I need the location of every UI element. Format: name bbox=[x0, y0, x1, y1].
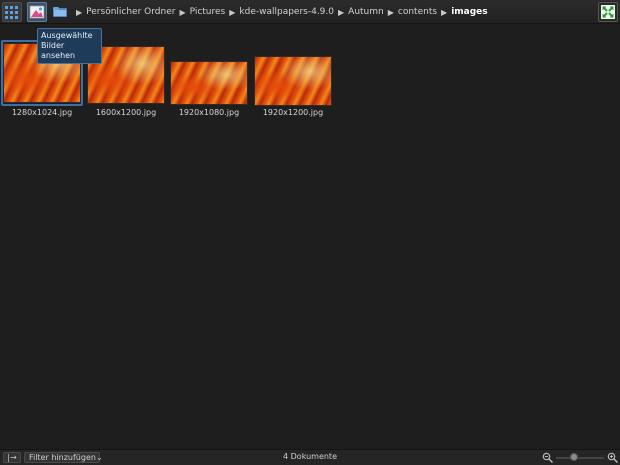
chevron-right-icon: ▶ bbox=[179, 7, 186, 17]
add-filter-button[interactable]: Filter hinzufügen⌄ bbox=[24, 452, 103, 463]
breadcrumb-item-contents[interactable]: contents bbox=[398, 7, 437, 17]
gwenview-browse-window: ▶ Persönlicher Ordner ▶ Pictures ▶ kde-w… bbox=[0, 0, 620, 465]
thumbnail-caption: 1920x1200.jpg bbox=[262, 108, 324, 117]
breadcrumb-item-kde-wallpapers[interactable]: kde-wallpapers-4.9.0 bbox=[239, 7, 334, 17]
fullscreen-toggle-button[interactable] bbox=[598, 2, 618, 22]
zoom-slider-handle[interactable] bbox=[570, 453, 578, 461]
zoom-in-icon[interactable] bbox=[607, 452, 618, 463]
chevron-right-icon: ▶ bbox=[229, 7, 236, 17]
grid-view-icon bbox=[5, 6, 18, 19]
zoom-slider-track[interactable] bbox=[556, 457, 604, 459]
chevron-right-icon: ▶ bbox=[76, 7, 83, 17]
status-bar: |→ Filter hinzufügen⌄ 4 Dokumente bbox=[0, 449, 620, 465]
tooltip: Ausgewählte Bilder ansehen bbox=[37, 28, 102, 64]
thumbnail-item[interactable]: 1920x1080.jpg bbox=[168, 40, 250, 122]
folder-icon[interactable] bbox=[52, 5, 68, 19]
image-viewer-icon bbox=[29, 5, 45, 19]
view-selected-images-button[interactable] bbox=[27, 2, 47, 22]
fullscreen-close-icon bbox=[601, 5, 615, 19]
sidebar-toggle-button[interactable]: |→ bbox=[3, 452, 21, 463]
chevron-right-icon: ▶ bbox=[338, 7, 345, 17]
chevron-down-icon: ⌄ bbox=[95, 453, 103, 462]
top-toolbar: ▶ Persönlicher Ordner ▶ Pictures ▶ kde-w… bbox=[0, 0, 620, 24]
breadcrumb-item-autumn[interactable]: Autumn bbox=[348, 7, 384, 17]
add-filter-label: Filter hinzufügen bbox=[29, 453, 96, 462]
thumbnail-image[interactable] bbox=[254, 56, 332, 106]
thumbnail-caption: 1280x1024.jpg bbox=[11, 108, 73, 117]
thumbnail-item[interactable]: 1920x1200.jpg bbox=[252, 40, 334, 122]
thumbnail-caption: 1600x1200.jpg bbox=[95, 108, 157, 117]
chevron-right-icon: ▶ bbox=[441, 7, 448, 17]
breadcrumb-item-pictures[interactable]: Pictures bbox=[190, 7, 226, 17]
zoom-out-icon[interactable] bbox=[542, 452, 553, 463]
breadcrumb: ▶ Persönlicher Ordner ▶ Pictures ▶ kde-w… bbox=[52, 3, 488, 21]
breadcrumb-current[interactable]: images bbox=[451, 7, 487, 17]
chevron-right-icon: ▶ bbox=[387, 7, 394, 17]
breadcrumb-item-home[interactable]: Persönlicher Ordner bbox=[86, 7, 175, 17]
thumbnail-image[interactable] bbox=[170, 61, 248, 105]
thumbnail-caption: 1920x1080.jpg bbox=[178, 108, 240, 117]
browse-mode-button[interactable] bbox=[2, 2, 22, 22]
